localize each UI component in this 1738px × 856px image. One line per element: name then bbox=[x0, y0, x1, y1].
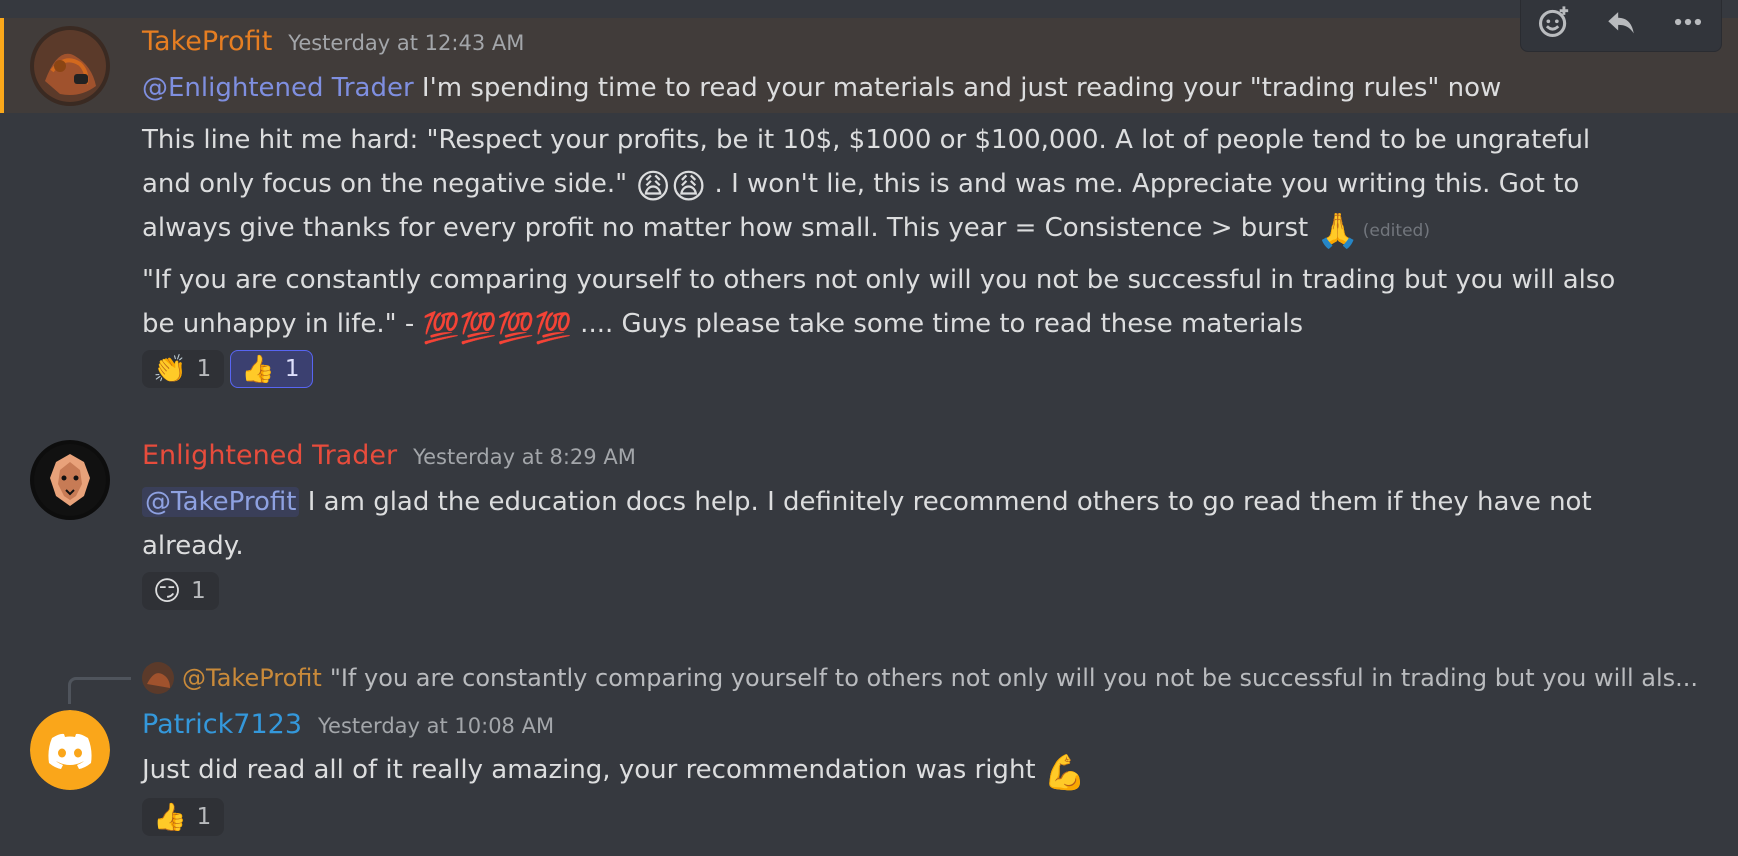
timestamp: Yesterday at 12:43 AM bbox=[288, 31, 525, 55]
reaction-custom-face[interactable]: 😏 1 bbox=[142, 572, 219, 610]
message-text: I'm spending time to read your materials… bbox=[413, 73, 1502, 103]
hundred-points-emoji: 💯💯💯💯 bbox=[422, 311, 572, 346]
timestamp: Yesterday at 10:08 AM bbox=[318, 714, 555, 738]
smirk-face-emoji: 😏 bbox=[153, 575, 182, 607]
more-button[interactable] bbox=[1666, 0, 1710, 44]
message-text: This line hit me hard: "Respect your pro… bbox=[142, 125, 1591, 155]
more-icon bbox=[1674, 18, 1701, 26]
reply-snippet: "If you are constantly comparing yoursel… bbox=[329, 664, 1699, 692]
message-header: Patrick7123 Yesterday at 10:08 AM bbox=[142, 709, 554, 740]
username[interactable]: TakeProfit bbox=[142, 26, 272, 57]
message-line: Just did read all of it really amazing, … bbox=[142, 748, 1086, 792]
thumbs-up-emoji: 👍 bbox=[153, 801, 187, 833]
reply-avatar bbox=[142, 662, 174, 694]
weary-face-emoji: 😩😩 bbox=[635, 167, 707, 207]
message-text: be unhappy in life." - bbox=[142, 309, 423, 339]
reply-preview[interactable]: @TakeProfit "If you are constantly compa… bbox=[142, 662, 1698, 694]
avatar-enlightened-trader[interactable] bbox=[30, 440, 110, 520]
timestamp: Yesterday at 8:29 AM bbox=[413, 445, 636, 469]
reaction-count: 1 bbox=[196, 804, 212, 830]
reaction-bar: 😏 1 bbox=[142, 572, 219, 610]
message-line: always give thanks for every profit no m… bbox=[142, 206, 1430, 253]
reaction-clap[interactable]: 👏 1 bbox=[142, 350, 225, 388]
reply-button[interactable] bbox=[1599, 0, 1643, 44]
message-text: . I won't lie, this is and was me. Appre… bbox=[706, 169, 1580, 199]
message-text: "If you are constantly comparing yoursel… bbox=[142, 265, 1616, 295]
message-line: be unhappy in life." - 💯💯💯💯 .... Guys pl… bbox=[142, 302, 1303, 346]
thumbs-up-emoji: 👍 bbox=[241, 353, 275, 385]
message-line: This line hit me hard: "Respect your pro… bbox=[142, 118, 1590, 162]
add-reaction-icon bbox=[1539, 6, 1569, 38]
message-text: and only focus on the negative side." bbox=[142, 169, 636, 199]
reply-icon bbox=[1608, 12, 1634, 34]
message-text: always give thanks for every profit no m… bbox=[142, 213, 1317, 243]
message-text: .... Guys please take some time to read … bbox=[571, 309, 1304, 339]
add-reaction-button[interactable] bbox=[1532, 0, 1576, 44]
message-text: Just did read all of it really amazing, … bbox=[142, 755, 1044, 785]
message-line: @TakeProfit I am glad the education docs… bbox=[142, 480, 1592, 524]
reply-spine bbox=[68, 677, 131, 704]
reaction-count: 1 bbox=[196, 356, 212, 382]
user-mention[interactable]: @Enlightened Trader bbox=[142, 73, 414, 103]
reaction-bar: 👏 1 👍 1 bbox=[142, 350, 313, 388]
flexed-biceps-emoji: 💪 bbox=[1043, 753, 1087, 793]
avatar-takeprofit[interactable] bbox=[30, 26, 110, 106]
reaction-thumbs-up[interactable]: 👍 1 bbox=[142, 798, 225, 836]
reply-mention[interactable]: @TakeProfit bbox=[182, 664, 322, 692]
message-header: Enlightened Trader Yesterday at 8:29 AM bbox=[142, 440, 636, 471]
message-line: @Enlightened Trader I'm spending time to… bbox=[142, 66, 1501, 110]
edited-label: (edited) bbox=[1362, 221, 1430, 241]
username[interactable]: Enlightened Trader bbox=[142, 440, 397, 471]
message-line: and only focus on the negative side." 😩😩… bbox=[142, 162, 1579, 206]
folded-hands-emoji: 🙏 bbox=[1316, 211, 1359, 251]
user-mention[interactable]: @TakeProfit bbox=[142, 487, 300, 517]
reaction-count: 1 bbox=[284, 356, 300, 382]
reaction-bar: 👍 1 bbox=[142, 798, 225, 836]
message-header: TakeProfit Yesterday at 12:43 AM bbox=[142, 26, 524, 57]
message-line: "If you are constantly comparing yoursel… bbox=[142, 258, 1615, 302]
message-text: already. bbox=[142, 531, 244, 561]
avatar-patrick7123[interactable] bbox=[30, 710, 110, 790]
message-toolbar bbox=[1520, 0, 1722, 52]
clapping-hands-emoji: 👏 bbox=[153, 353, 187, 385]
reaction-thumbs-up[interactable]: 👍 1 bbox=[230, 350, 313, 388]
message-text: I am glad the education docs help. I def… bbox=[299, 487, 1592, 517]
username[interactable]: Patrick7123 bbox=[142, 709, 302, 740]
reaction-count: 1 bbox=[191, 578, 206, 604]
message-line: already. bbox=[142, 524, 244, 568]
